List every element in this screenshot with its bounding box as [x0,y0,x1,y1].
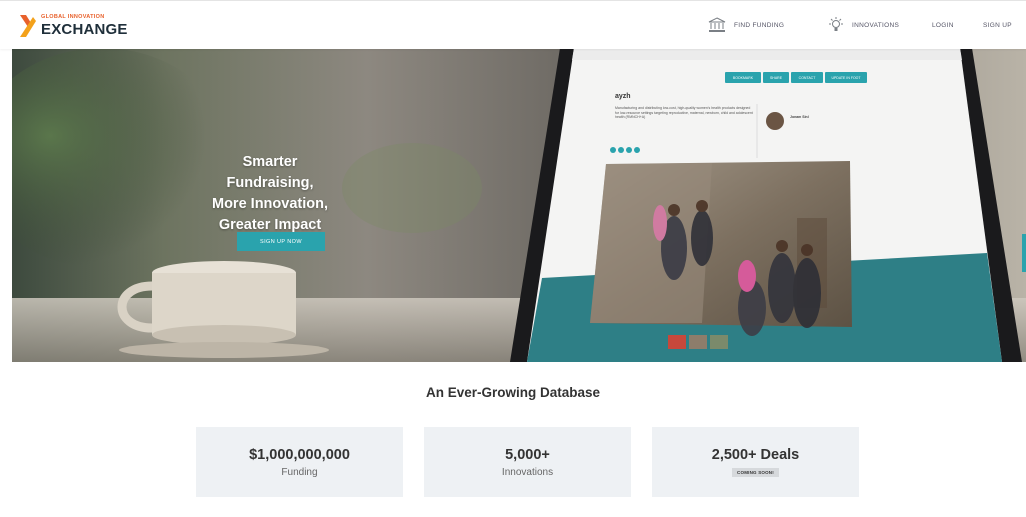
stat-label: Innovations [501,466,554,478]
mockup-contact-name: Jonam Sinl [790,115,809,119]
hero-headline-line-1: Smarter Fundraising, [226,154,314,191]
nav-signup[interactable]: SIGN UP [983,1,1012,49]
nav-find-funding-label: FIND FUNDING [734,21,785,29]
lightbulb-icon [828,17,844,33]
side-feedback-tab[interactable] [1022,234,1026,272]
nav-login[interactable]: LOGIN [932,1,954,49]
stat-label: Funding [281,466,318,478]
hero-headline-line-2: More Innovation, [212,196,328,212]
logo[interactable]: GLOBAL INNOVATION EXCHANGE [20,14,128,38]
sign-up-now-button[interactable]: SIGN UP NOW [237,232,325,251]
mockup-share-button: SHARE [763,72,789,83]
stat-card-deals: 2,500+ Deals COMING SOON! [652,427,859,497]
nav-innovations-label: INNOVATIONS [852,21,900,29]
stat-value: 5,000+ [505,446,550,463]
nav-login-label: LOGIN [932,21,954,29]
mockup-description: Manufacturing and distributing low-cost,… [615,106,753,119]
nav-signup-label: SIGN UP [983,21,1012,29]
bank-icon [708,17,726,33]
logo-text: GLOBAL INNOVATION EXCHANGE [41,15,128,37]
mockup-heading: ayzh [615,93,631,100]
nav-innovations[interactable]: INNOVATIONS [828,1,899,49]
stat-card-innovations: 5,000+ Innovations [424,427,631,497]
nav-find-funding[interactable]: FIND FUNDING [708,1,784,49]
hero-banner: BOOKMARK SHARE CONTACT UPDATE IN FOOT ay… [12,48,1026,362]
mockup-contact-button: CONTACT [791,72,823,83]
logo-mark-icon [20,15,36,37]
coming-soon-badge: COMING SOON! [732,468,779,477]
stat-value: $1,000,000,000 [249,446,350,463]
database-section-title: An Ever-Growing Database [425,385,601,400]
logo-small-text: GLOBAL INNOVATION [41,14,105,21]
stat-value: 2,500+ Deals [711,447,800,463]
site-header: GLOBAL INNOVATION EXCHANGE FIND FUNDING [0,0,1026,49]
mockup-bookmark-button: BOOKMARK [725,72,761,83]
hero-headline: Smarter Fundraising, More Innovation, Gr… [200,152,340,236]
mockup-update-button: UPDATE IN FOOT [825,72,867,83]
logo-big-text: EXCHANGE [41,20,128,38]
stat-card-funding: $1,000,000,000 Funding [196,427,403,497]
hero-background-image [12,48,1026,362]
